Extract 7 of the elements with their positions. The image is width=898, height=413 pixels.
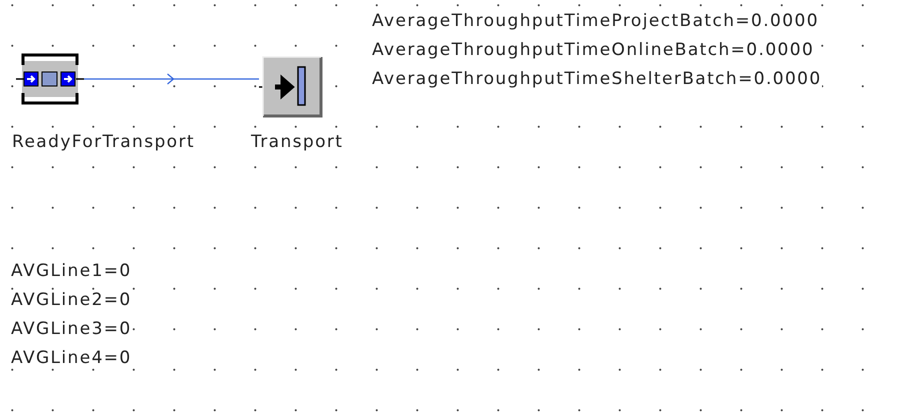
buffer-icon[interactable]: [16, 53, 84, 105]
comment-text: AverageThroughputTimeOnlineBatch=0.0000: [372, 42, 814, 59]
object-label: ReadyForTransport: [12, 134, 195, 151]
object-label: Transport: [251, 134, 344, 151]
comment-text: AverageThroughputTimeProjectBatch=0.0000: [372, 13, 819, 30]
comment-text: AverageThroughputTimeShelterBatch=0.0000: [372, 71, 822, 88]
drain-icon[interactable]: [259, 56, 323, 118]
